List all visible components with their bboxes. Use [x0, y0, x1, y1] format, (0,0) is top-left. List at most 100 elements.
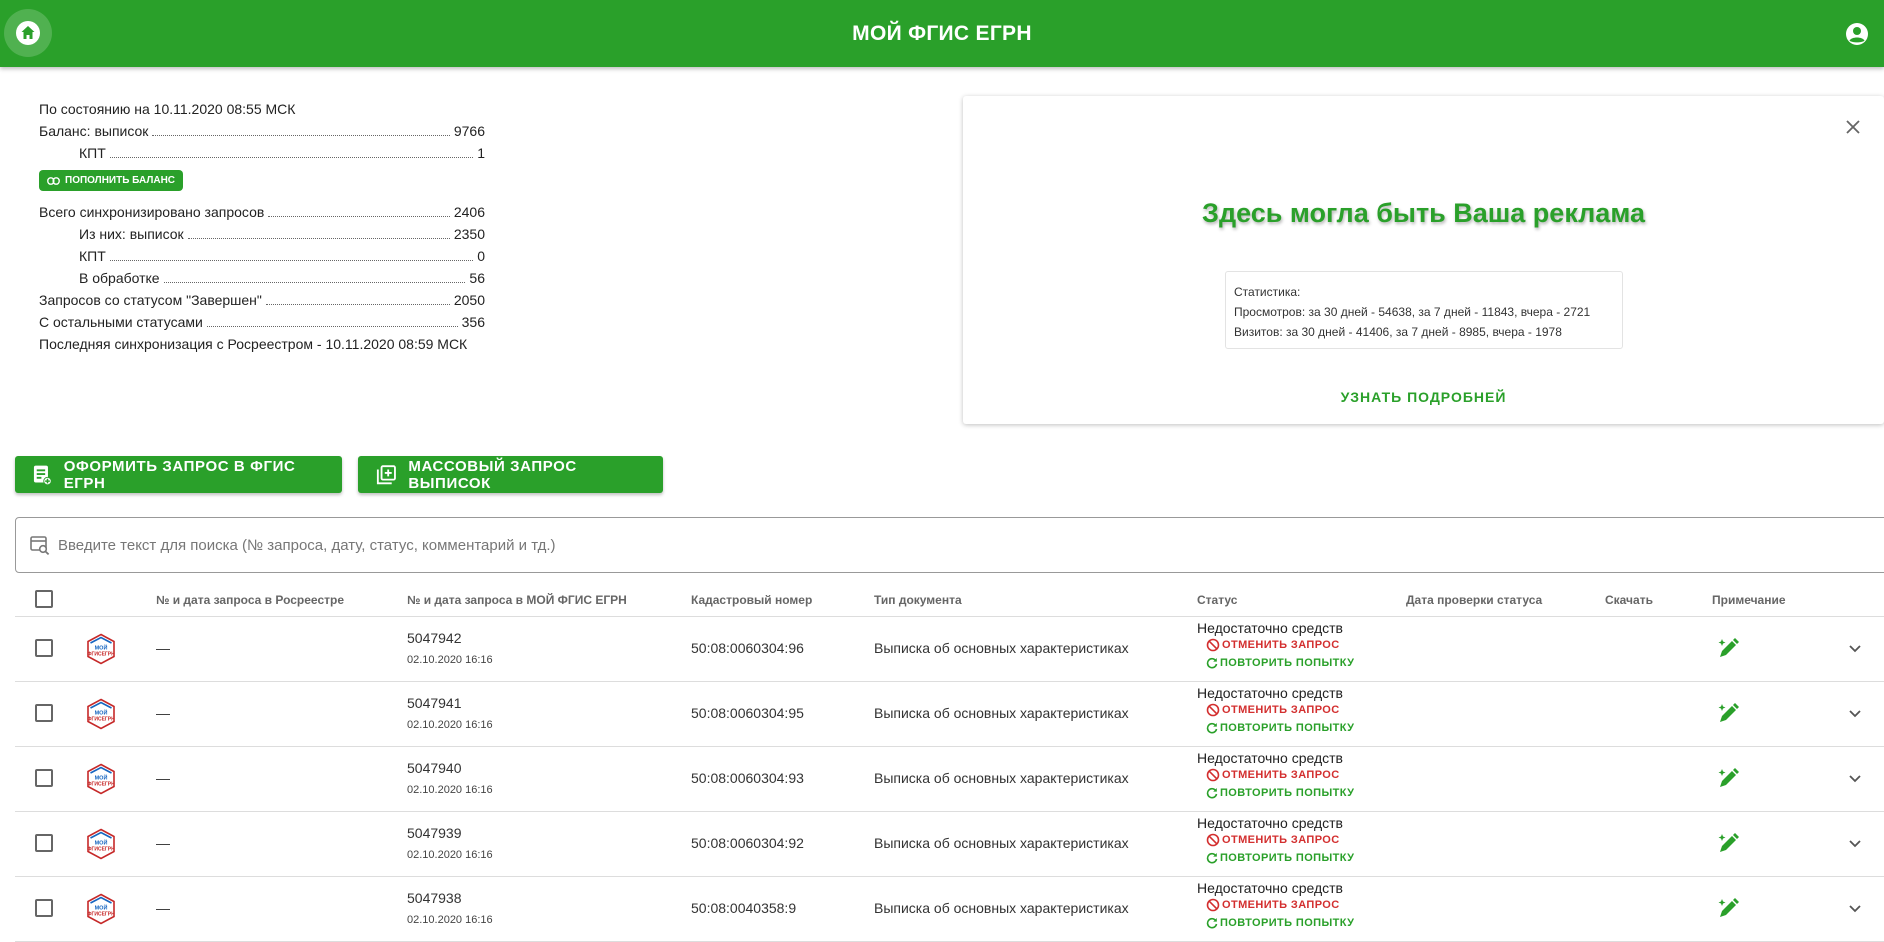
- table-row[interactable]: МОЙ ФГИСЕГРН — 5047940 02.10.2020 16:16 50:08…: [15, 747, 1884, 812]
- top-up-label: ПОПОЛНИТЬ БАЛАНС: [65, 175, 176, 186]
- edit-note-icon: [1718, 638, 1739, 657]
- status-text: Недостаточно средств: [1197, 815, 1343, 831]
- refresh-icon: [1206, 787, 1218, 799]
- expand-row-button[interactable]: [1847, 770, 1863, 789]
- fgis-logo-icon: МОЙФГИСЕГРН: [87, 763, 115, 795]
- stats-other-row: С остальными статусами 356: [39, 311, 485, 333]
- retry-label: ПОВТОРИТЬ ПОПЫТКУ: [1220, 917, 1355, 929]
- col-download[interactable]: Скачать: [1605, 593, 1653, 607]
- fgis-logo-icon: МОЙФГИСЕГРН: [87, 698, 115, 730]
- status-cell: Недостаточно средств ОТМЕНИТЬ ЗАПРОС ПОВТО…: [1197, 620, 1354, 672]
- search-field[interactable]: [15, 517, 1884, 573]
- table-row[interactable]: МОЙ ФГИСЕГРН — 5047942 02.10.2020 16:16 50:08…: [15, 617, 1884, 682]
- cancel-request-button[interactable]: ОТМЕНИТЬ ЗАПРОС: [1206, 766, 1354, 784]
- request-number: 5047938: [407, 890, 462, 906]
- retry-button[interactable]: ПОВТОРИТЬ ПОПЫТКУ: [1206, 654, 1354, 672]
- synced-label: Всего синхронизировано запросов: [39, 204, 265, 220]
- expand-row-button[interactable]: [1847, 705, 1863, 724]
- new-request-button[interactable]: ОФОРМИТЬ ЗАПРОС В ФГИС ЕГРН: [15, 456, 342, 493]
- search-input[interactable]: [58, 536, 958, 554]
- cadastral-number: 50:08:0040358:9: [691, 900, 797, 916]
- expand-row-button[interactable]: [1847, 640, 1863, 659]
- stats-of-them-row: Из них: выписок 2350: [39, 223, 485, 245]
- doc-type: Выписка об основных характеристиках: [874, 770, 1129, 786]
- of-them-label: Из них: выписок: [79, 226, 184, 242]
- col-note[interactable]: Примечание: [1712, 593, 1786, 607]
- account-button[interactable]: [1844, 21, 1870, 47]
- row-checkbox[interactable]: [35, 704, 53, 722]
- rosreestr-number: —: [156, 640, 170, 656]
- balance-label: Баланс: выписок: [39, 123, 149, 139]
- request-number: 5047940: [407, 760, 462, 776]
- edit-note-button[interactable]: [1717, 896, 1741, 923]
- row-logo: МОЙ ФГИСЕГРН: [85, 633, 117, 668]
- row-logo: МОЙ ФГИСЕГРН: [85, 828, 117, 863]
- stats-kpt2-row: КПТ 0: [39, 245, 485, 267]
- chevron-down-icon: [1849, 775, 1861, 783]
- request-number: 5047942: [407, 630, 462, 646]
- col-doc-type[interactable]: Тип документа: [874, 593, 962, 607]
- col-own-request[interactable]: № и дата запроса в МОЙ ФГИС ЕГРН: [407, 593, 627, 607]
- close-icon[interactable]: [1844, 118, 1862, 136]
- col-check-date[interactable]: Дата проверки статуса: [1406, 593, 1542, 607]
- retry-button[interactable]: ПОВТОРИТЬ ПОПЫТКУ: [1206, 719, 1354, 737]
- retry-button[interactable]: ПОВТОРИТЬ ПОПЫТКУ: [1206, 914, 1354, 932]
- row-checkbox[interactable]: [35, 769, 53, 787]
- edit-note-button[interactable]: [1717, 831, 1741, 858]
- edit-note-button[interactable]: [1717, 701, 1741, 728]
- cancel-request-button[interactable]: ОТМЕНИТЬ ЗАПРОС: [1206, 896, 1354, 914]
- ad-headline: Здесь могла быть Ваша реклама: [1202, 198, 1645, 228]
- block-icon: [1206, 703, 1220, 717]
- link-icon: [47, 176, 60, 185]
- expand-row-button[interactable]: [1847, 900, 1863, 919]
- chevron-down-icon: [1849, 905, 1861, 913]
- synced-value: 2406: [453, 204, 485, 220]
- top-up-balance-button[interactable]: ПОПОЛНИТЬ БАЛАНС: [39, 170, 184, 191]
- ad-stats-title: Статистика:: [1234, 285, 1301, 299]
- edit-note-button[interactable]: [1717, 636, 1741, 663]
- cancel-request-button[interactable]: ОТМЕНИТЬ ЗАПРОС: [1206, 636, 1354, 654]
- col-cadastral[interactable]: Кадастровый номер: [691, 593, 812, 607]
- row-checkbox[interactable]: [35, 834, 53, 852]
- kpt-value: 1: [477, 145, 485, 161]
- table-row[interactable]: МОЙ ФГИСЕГРН — 5047939 02.10.2020 16:16 50:08…: [15, 812, 1884, 877]
- kpt2-label: КПТ: [79, 248, 106, 264]
- ad-statistics: Статистика: Просмотров: за 30 дней - 546…: [1225, 271, 1623, 349]
- rosreestr-number: —: [156, 900, 170, 916]
- cancel-request-button[interactable]: ОТМЕНИТЬ ЗАПРОС: [1206, 831, 1354, 849]
- expand-row-button[interactable]: [1847, 835, 1863, 854]
- own-request: 5047942 02.10.2020 16:16: [407, 630, 493, 666]
- row-checkbox[interactable]: [35, 639, 53, 657]
- col-rosreestr[interactable]: № и дата запроса в Росреестре: [156, 593, 344, 607]
- search-icon: [30, 536, 50, 555]
- learn-more-link[interactable]: УЗНАТЬ ПОДРОБНЕЙ: [963, 389, 1884, 405]
- status-cell: Недостаточно средств ОТМЕНИТЬ ЗАПРОС ПОВТО…: [1197, 815, 1354, 867]
- kpt2-value: 0: [477, 248, 485, 264]
- own-request: 5047939 02.10.2020 16:16: [407, 825, 493, 861]
- stats-completed-row: Запросов со статусом "Завершен" 2050: [39, 289, 485, 311]
- chevron-down-icon: [1849, 645, 1861, 653]
- table-row[interactable]: МОЙ ФГИСЕГРН — 5047938 02.10.2020 16:16 50:08…: [15, 877, 1884, 942]
- row-checkbox[interactable]: [35, 899, 53, 917]
- of-them-value: 2350: [453, 226, 485, 242]
- edit-note-button[interactable]: [1717, 766, 1741, 793]
- stats-processing-row: В обработке 56: [39, 267, 485, 289]
- bulk-request-button[interactable]: МАССОВЫЙ ЗАПРОС ВЫПИСОК: [358, 456, 663, 493]
- table-row[interactable]: МОЙ ФГИСЕГРН — 5047941 02.10.2020 16:16 50:08…: [15, 682, 1884, 747]
- cancel-request-button[interactable]: ОТМЕНИТЬ ЗАПРОС: [1206, 701, 1354, 719]
- table-header: № и дата запроса в Росреестре № и дата з…: [15, 585, 1884, 617]
- select-all-checkbox[interactable]: [35, 590, 53, 608]
- retry-button[interactable]: ПОВТОРИТЬ ПОПЫТКУ: [1206, 784, 1354, 802]
- doc-type: Выписка об основных характеристиках: [874, 900, 1129, 916]
- ad-card: Здесь могла быть Ваша реклама Статистика…: [963, 96, 1884, 424]
- cadastral-number: 50:08:0060304:95: [691, 705, 804, 721]
- request-date: 02.10.2020 16:16: [407, 784, 493, 796]
- own-request: 5047940 02.10.2020 16:16: [407, 760, 493, 796]
- col-status[interactable]: Статус: [1197, 593, 1237, 607]
- stats-balance-row: Баланс: выписок 9766: [39, 120, 485, 142]
- own-request: 5047941 02.10.2020 16:16: [407, 695, 493, 731]
- refresh-icon: [1206, 852, 1218, 864]
- cancel-label: ОТМЕНИТЬ ЗАПРОС: [1222, 769, 1340, 781]
- retry-button[interactable]: ПОВТОРИТЬ ПОПЫТКУ: [1206, 849, 1354, 867]
- retry-label: ПОВТОРИТЬ ПОПЫТКУ: [1220, 852, 1355, 864]
